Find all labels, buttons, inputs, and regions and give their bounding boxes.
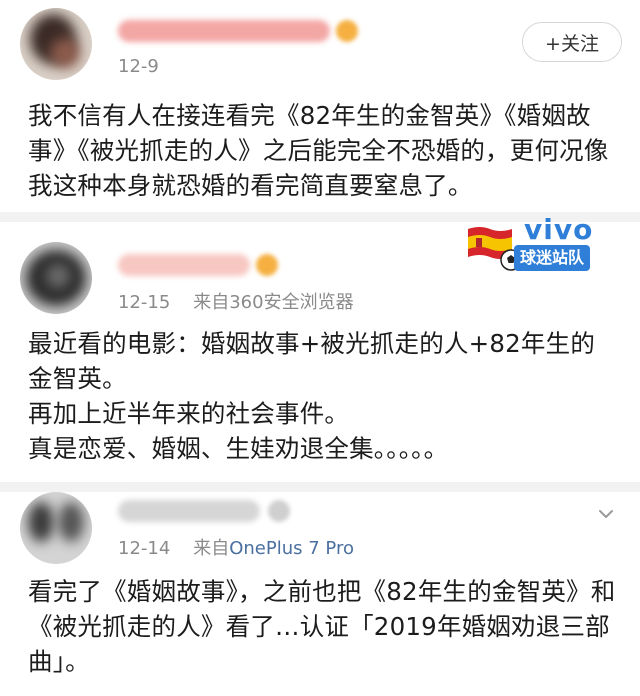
avatar[interactable]	[20, 8, 92, 80]
team-label: 球迷站队	[514, 245, 591, 271]
verified-badge-icon	[336, 20, 358, 42]
username-blurred[interactable]	[118, 20, 330, 42]
post-text-line-1: 最近看的电影：婚姻故事+被光抓走的人+82年生的金智英。	[28, 329, 596, 393]
post-meta: 12-15 来自360安全浏览器	[118, 288, 354, 314]
brand-logo: vivo	[524, 213, 594, 246]
divider	[0, 482, 640, 492]
comment-post-3: 12-14 来自OnePlus 7 Pro 看完了《婚姻故事》，之前也把《82年…	[0, 492, 640, 696]
post-meta: 12-14 来自OnePlus 7 Pro	[118, 534, 354, 560]
source-prefix: 来自	[193, 538, 230, 559]
post-time: 12-15	[118, 292, 171, 313]
post-content: 看完了《婚姻故事》，之前也把《82年生的金智英》和《被光抓走的人》看了…认证「2…	[28, 574, 618, 679]
post-time: 12-9	[118, 56, 159, 77]
follow-button[interactable]: +关注	[522, 22, 622, 62]
post-text: 看完了《婚姻故事》，之前也把《82年生的金智英》和《被光抓走的人》看了…认证「2…	[28, 577, 616, 676]
avatar[interactable]	[20, 492, 92, 564]
source-device: 360安全浏览器	[229, 292, 354, 313]
post-content: 我不信有人在接连看完《82年生的金智英》《婚姻故事》《被光抓走的人》之后能完全不…	[28, 98, 618, 203]
post-time: 12-14	[118, 538, 171, 559]
post-content: 最近看的电影：婚姻故事+被光抓走的人+82年生的金智英。 再加上近半年来的社会事…	[28, 326, 618, 466]
username-blurred[interactable]	[118, 254, 250, 276]
post-text-line-3: 真是恋爱、婚姻、生娃劝退全集。。。。。	[28, 434, 449, 463]
team-badge[interactable]: vivo 球迷站队	[462, 213, 602, 275]
verified-badge-icon	[268, 500, 290, 522]
source-device-link[interactable]: OnePlus 7 Pro	[229, 538, 354, 559]
post-text: 我不信有人在接连看完《82年生的金智英》《婚姻故事》《被光抓走的人》之后能完全不…	[28, 101, 609, 200]
username-blurred[interactable]	[118, 500, 260, 522]
verified-badge-icon	[256, 254, 278, 276]
source-prefix: 来自	[193, 292, 230, 313]
avatar[interactable]	[20, 242, 92, 314]
chevron-down-icon[interactable]	[598, 506, 614, 522]
post-text-line-2: 再加上近半年来的社会事件。	[28, 399, 350, 428]
comment-post-1: 12-9 +关注 我不信有人在接连看完《82年生的金智英》《婚姻故事》《被光抓走…	[0, 0, 640, 222]
